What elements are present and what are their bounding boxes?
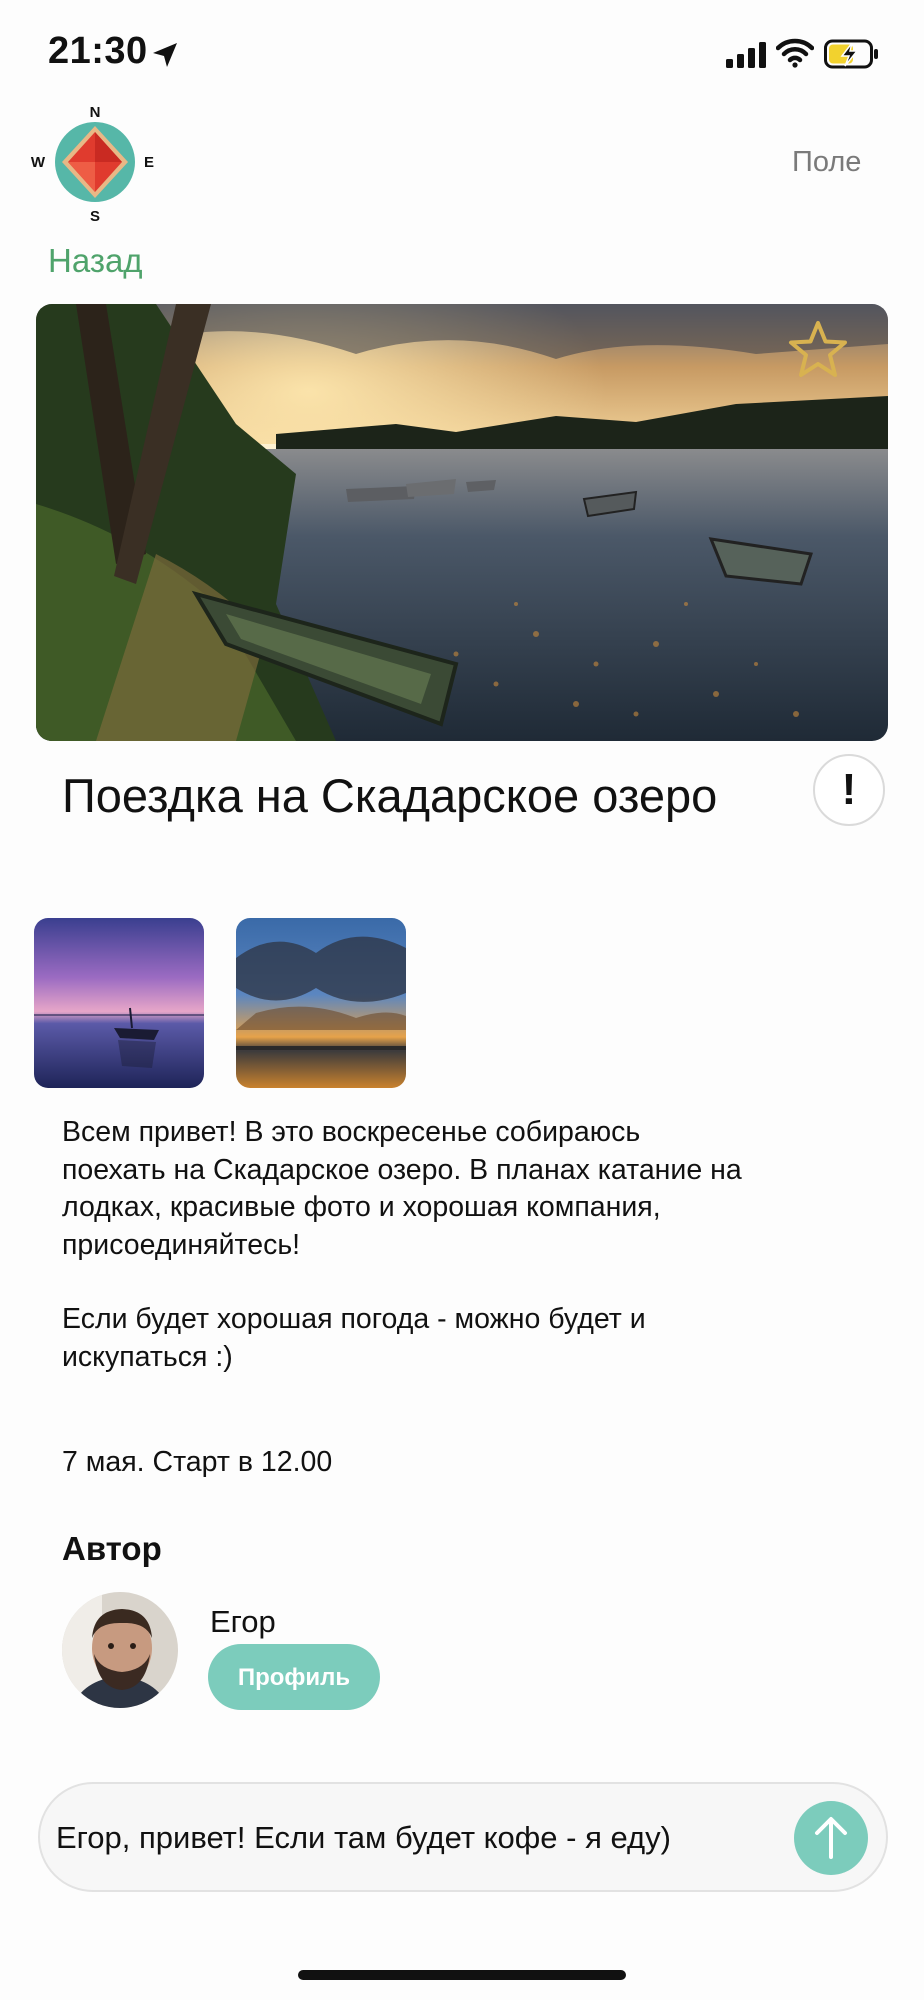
description-paragraph-2: Если будет хорошая погода - можно будет … [62,1303,646,1373]
compass-south-label: S [90,208,100,225]
arrow-up-icon [815,1817,847,1859]
event-date: 7 мая. Старт в 12.00 [62,1446,333,1478]
hero-image[interactable] [36,304,888,741]
send-button[interactable] [794,1801,868,1875]
gallery-thumbnail-2[interactable] [236,918,406,1088]
gallery-thumbnail-1[interactable] [34,918,204,1088]
compass-north-label: N [90,104,101,121]
author-name: Егор [210,1604,276,1639]
star-outline-icon[interactable] [786,318,850,382]
status-time: 21:30 [48,30,148,72]
compass-logo-icon[interactable]: N S W E [30,104,160,234]
post-title: Поездка на Скадарское озеро [62,769,718,822]
home-indicator [298,1970,626,1980]
compass-west-label: W [31,154,46,171]
message-input[interactable] [56,1812,816,1864]
battery-charging-icon [824,39,878,69]
author-heading: Автор [62,1530,162,1567]
description-paragraph-1: Всем привет! В это воскресенье собираюсь… [62,1116,742,1261]
profile-button[interactable]: Профиль [208,1644,380,1710]
post-description: Всем привет! В это воскресенье собираюсь… [62,1114,742,1376]
message-composer [38,1782,888,1892]
cellular-signal-icon [726,42,766,68]
field-link[interactable]: Поле [792,146,861,179]
compass-east-label: E [144,154,154,171]
back-link[interactable]: Назад [48,242,143,280]
location-arrow-icon [153,43,177,67]
report-button[interactable]: ! [813,754,885,826]
author-avatar[interactable] [62,1592,178,1708]
wifi-icon [776,38,814,68]
